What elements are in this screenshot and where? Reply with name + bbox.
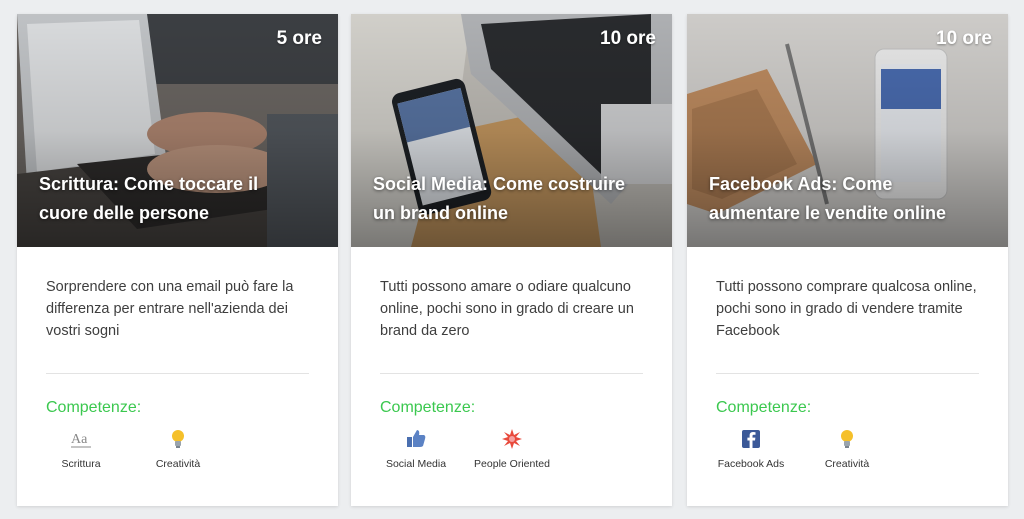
- starburst-icon: [502, 429, 522, 449]
- skill-label: Creatività: [155, 458, 201, 470]
- skills-heading: Competenze:: [380, 399, 476, 416]
- divider: [46, 373, 309, 374]
- course-title[interactable]: Social Media: Come costruire un brand on…: [373, 170, 643, 228]
- skill-label: Scrittura: [61, 458, 101, 470]
- skill-item: Aa Scrittura: [36, 426, 126, 470]
- skill-label: People Oriented: [474, 458, 550, 470]
- text-style-icon: Aa: [71, 432, 91, 448]
- divider: [380, 373, 643, 374]
- duration-badge: 10 ore: [936, 28, 992, 49]
- course-description: Tutti possono comprare qualcosa online, …: [716, 279, 977, 339]
- skill-item: Social Media: [371, 426, 461, 470]
- lightbulb-icon: [172, 430, 184, 448]
- lightbulb-icon: [841, 430, 853, 448]
- course-card-facebook-ads[interactable]: 10 ore Facebook Ads: Come aumentare le v…: [687, 14, 1008, 506]
- divider: [716, 373, 979, 374]
- duration-badge: 5 ore: [276, 28, 322, 49]
- skill-label: Facebook Ads: [717, 458, 785, 470]
- course-description: Sorprendere con una email può fare la di…: [46, 279, 294, 339]
- skill-item: Creatività: [133, 426, 223, 470]
- course-image: 5 ore Scrittura: Come toccare il cuore d…: [17, 14, 338, 247]
- skill-item: People Oriented: [467, 426, 557, 470]
- svg-text:Aa: Aa: [71, 432, 88, 447]
- skills-heading: Competenze:: [46, 399, 142, 416]
- skills-heading: Competenze:: [716, 399, 812, 416]
- course-image: 10 ore Facebook Ads: Come aumentare le v…: [687, 14, 1008, 247]
- skill-label: Creatività: [824, 458, 870, 470]
- course-image: 10 ore Social Media: Come costruire un b…: [351, 14, 672, 247]
- course-description: Tutti possono amare o odiare qualcuno on…: [380, 279, 634, 339]
- course-title[interactable]: Facebook Ads: Come aumentare le vendite …: [709, 170, 979, 228]
- skill-item: Facebook Ads: [706, 426, 796, 470]
- skill-item: Creatività: [802, 426, 892, 470]
- facebook-icon: [742, 430, 760, 448]
- course-card-social-media[interactable]: 10 ore Social Media: Come costruire un b…: [351, 14, 672, 506]
- course-title[interactable]: Scrittura: Come toccare il cuore delle p…: [39, 170, 309, 228]
- course-card-scrittura[interactable]: 5 ore Scrittura: Come toccare il cuore d…: [17, 14, 338, 506]
- duration-badge: 10 ore: [600, 28, 656, 49]
- skill-label: Social Media: [385, 458, 447, 470]
- thumbs-up-icon: [407, 430, 426, 447]
